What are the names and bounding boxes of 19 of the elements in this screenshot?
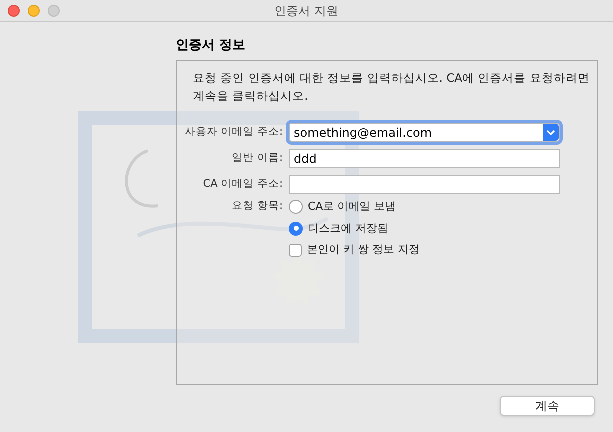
chevron-icon [543,124,559,141]
option-label: 디스크에 저장됨 [308,220,388,236]
email-popup[interactable]: something@email.com [289,123,560,142]
field-label: CA 이메일 주소: [202,176,283,192]
option-label: 본인이 키 쌍 정보 지정 [307,242,420,258]
zoom-button[interactable] [48,5,60,17]
section-heading: 인증서 정보 [176,37,247,55]
input-field[interactable] [289,175,560,194]
close-button[interactable] [8,5,20,17]
minimize-button[interactable] [28,5,40,17]
window-title: 인증서 지원 [274,2,338,20]
field-label: 사용자 이메일 주소: [184,124,283,140]
continue-button[interactable]: 계속 [500,396,595,416]
field-label: 요청 항목: [231,199,283,214]
option-label: CA로 이메일 보냄 [308,199,396,215]
checkbox[interactable] [289,244,302,257]
field-label: 일반 이름: [231,150,283,166]
input-field[interactable]: ddd [289,149,560,168]
description-text: 요청 중인 인증서에 대한 정보를 입력하십시오. CA에 인증서를 요청하려면 계속을 클릭하십시오. [193,70,591,105]
